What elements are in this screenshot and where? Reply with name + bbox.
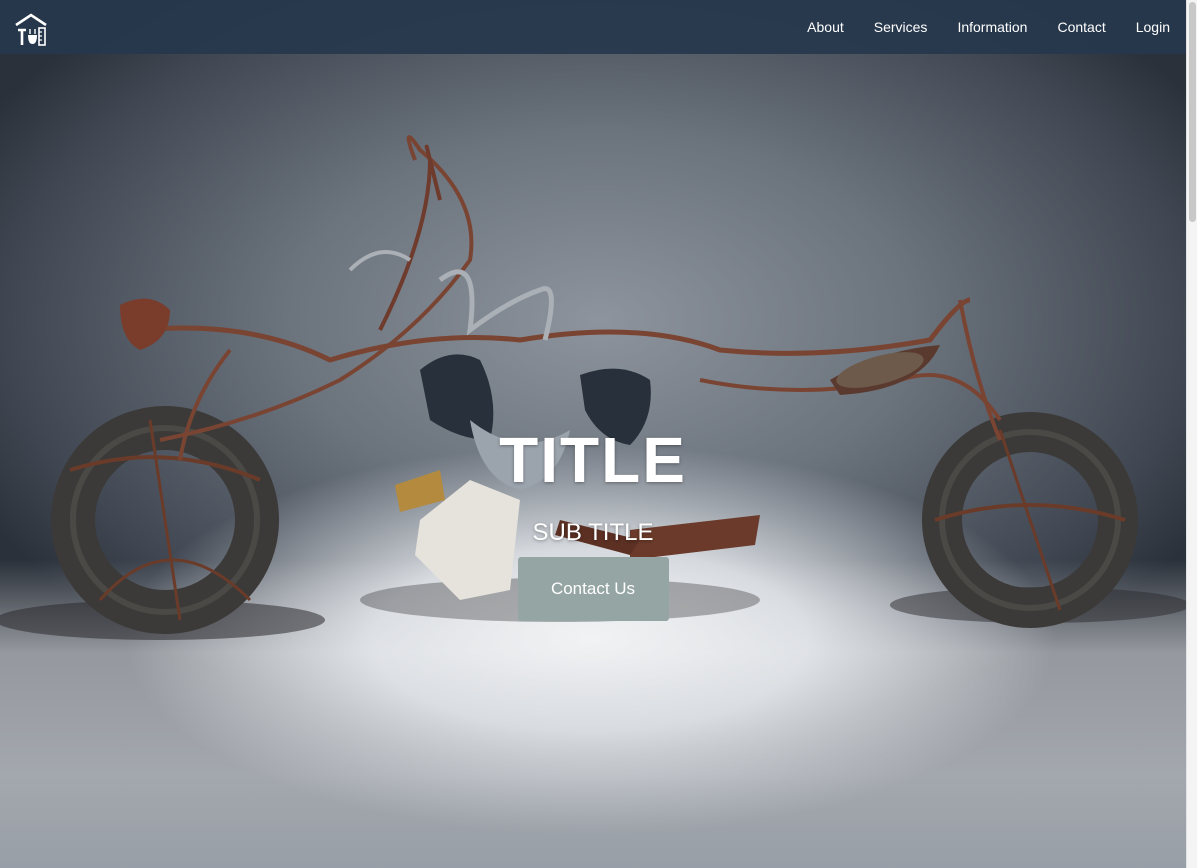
top-navbar: About Services Information Contact Login <box>0 0 1186 54</box>
nav-link-information[interactable]: Information <box>957 19 1027 35</box>
nav-link-services[interactable]: Services <box>874 19 928 35</box>
contact-us-button[interactable]: Contact Us <box>517 557 669 621</box>
nav-link-login[interactable]: Login <box>1136 19 1170 35</box>
page-scrollbar[interactable] <box>1186 0 1197 868</box>
nav-link-contact[interactable]: Contact <box>1057 19 1105 35</box>
hero-content: TITLE SUB TITLE Contact Us <box>0 420 1186 621</box>
page: About Services Information Contact Login… <box>0 0 1186 868</box>
hero-title: TITLE <box>499 424 687 496</box>
scrollbar-thumb[interactable] <box>1189 2 1196 222</box>
main-nav: About Services Information Contact Login <box>777 0 1170 54</box>
hero-subtitle: SUB TITLE <box>532 519 654 546</box>
nav-link-about[interactable]: About <box>807 19 844 35</box>
house-tools-logo-icon[interactable] <box>14 13 48 47</box>
